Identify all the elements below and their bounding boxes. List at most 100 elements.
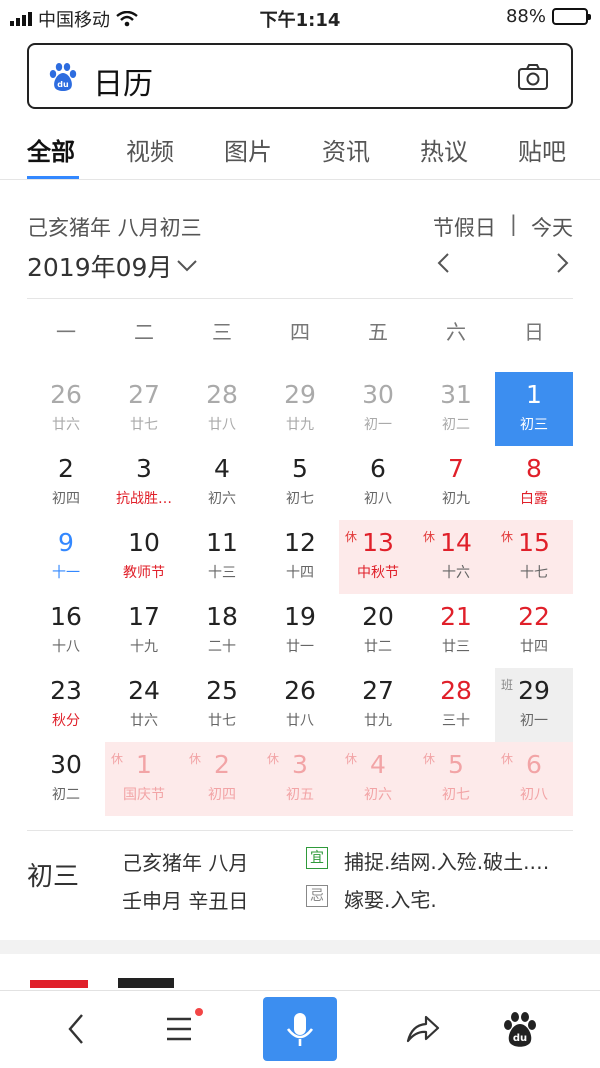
day-number: 20 [362,602,394,631]
day-cell[interactable]: 11 十三 [183,520,261,594]
day-cell[interactable]: 3 抗战胜… [105,446,183,520]
lunar-day-label: 初一 [364,417,392,433]
day-number: 5 [292,454,308,483]
day-cell[interactable]: 16 十八 [27,594,105,668]
day-cell[interactable]: 28 三十 [417,668,495,742]
day-number: 9 [58,528,74,557]
lunar-day-label: 廿七 [130,417,158,433]
weekday-label: 一 [56,320,76,344]
status-bar: 中国移动 下午1:14 88% [0,0,600,34]
day-number: 28 [440,676,472,705]
day-cell[interactable]: 休 2 初四 [183,742,261,816]
yi-badge: 宜 [306,847,328,869]
day-number: 26 [50,380,82,409]
day-cell[interactable]: 休 6 初八 [495,742,573,816]
tab-images[interactable]: 图片 [224,132,272,167]
day-number: 26 [284,676,316,705]
day-cell[interactable]: 5 初七 [261,446,339,520]
day-cell[interactable]: 28 廿八 [183,372,261,446]
day-number: 12 [284,528,316,557]
day-cell[interactable]: 班 29 初一 [495,668,573,742]
day-cell[interactable]: 26 廿六 [27,372,105,446]
day-cell[interactable]: 22 廿四 [495,594,573,668]
lunar-day-label: 廿三 [442,639,470,655]
day-cell[interactable]: 29 廿九 [261,372,339,446]
tab-all[interactable]: 全部 [27,132,75,167]
day-number: 17 [128,602,160,631]
day-cell[interactable]: 12 十四 [261,520,339,594]
day-cell[interactable]: 休 1 国庆节 [105,742,183,816]
day-cell[interactable]: 2 初四 [27,446,105,520]
month-selector[interactable]: 2019年09月 [27,248,198,284]
day-cell[interactable]: 18 二十 [183,594,261,668]
day-cell[interactable]: 1 初三 [495,372,573,446]
lunar-day-label: 十三 [208,565,236,581]
day-cell[interactable]: 休 13 中秋节 [339,520,417,594]
share-icon[interactable] [402,1009,442,1049]
lunar-day-label: 抗战胜… [116,491,172,507]
lunar-day-label: 十七 [520,565,548,581]
day-cell[interactable]: 休 14 十六 [417,520,495,594]
day-cell[interactable]: 10 教师节 [105,520,183,594]
lunar-day-label: 初二 [52,787,80,803]
weekday-label: 二 [134,320,154,344]
day-number: 1 [136,750,152,779]
day-number: 7 [448,454,464,483]
day-cell[interactable]: 8 白露 [495,446,573,520]
baidu-paw-icon[interactable]: du [500,1009,540,1049]
next-month-icon[interactable] [552,250,572,276]
lunar-day-label: 廿八 [208,417,236,433]
day-number: 4 [214,454,230,483]
tab-video[interactable]: 视频 [126,132,174,167]
day-number: 29 [284,380,316,409]
prev-month-icon[interactable] [434,250,454,276]
day-number: 6 [370,454,386,483]
day-cell[interactable]: 7 初九 [417,446,495,520]
day-cell[interactable]: 休 5 初七 [417,742,495,816]
search-box[interactable]: du 日历 [27,43,573,109]
day-cell[interactable]: 4 初六 [183,446,261,520]
day-cell[interactable]: 17 十九 [105,594,183,668]
day-cell[interactable]: 休 15 十七 [495,520,573,594]
tab-news[interactable]: 资讯 [322,132,370,167]
lunar-date-label: 己亥猪年 八月初三 [27,216,202,240]
day-cell[interactable]: 27 廿七 [105,372,183,446]
weekday-label: 三 [212,320,232,344]
tab-tieba[interactable]: 贴吧 [518,132,566,167]
voice-search-button[interactable] [263,997,337,1061]
camera-icon[interactable] [517,63,549,91]
weekday-label: 四 [290,320,310,344]
calendar-links: 节假日 | 今天 [433,212,573,242]
back-icon[interactable] [58,1009,98,1049]
yi-activities: 捕捉.结网.入殓.破土.… [344,850,550,874]
day-number: 27 [128,380,160,409]
day-cell[interactable]: 23 秋分 [27,668,105,742]
search-input[interactable]: 日历 [93,59,153,103]
day-cell[interactable]: 9 十一 [27,520,105,594]
menu-icon[interactable] [160,1009,200,1049]
day-cell[interactable]: 25 廿七 [183,668,261,742]
day-cell[interactable]: 31 初二 [417,372,495,446]
day-number: 30 [50,750,82,779]
day-cell[interactable]: 19 廿一 [261,594,339,668]
battery-icon [552,8,591,25]
today-link[interactable]: 今天 [531,212,573,242]
day-cell[interactable]: 27 廿九 [339,668,417,742]
lunar-day-label: 秋分 [52,713,80,729]
tab-discussion[interactable]: 热议 [420,132,468,167]
holiday-link[interactable]: 节假日 [433,212,496,242]
day-cell[interactable]: 6 初八 [339,446,417,520]
day-cell[interactable]: 24 廿六 [105,668,183,742]
battery-percent: 88% [505,6,546,27]
day-cell[interactable]: 休 4 初六 [339,742,417,816]
day-cell[interactable]: 21 廿三 [417,594,495,668]
day-cell[interactable]: 26 廿八 [261,668,339,742]
day-cell[interactable]: 30 初二 [27,742,105,816]
svg-text:du: du [513,1033,527,1044]
ganzhi-month-day: 壬申月 辛丑日 [122,889,249,913]
day-cell[interactable]: 20 廿二 [339,594,417,668]
day-cell[interactable]: 休 3 初五 [261,742,339,816]
lunar-day-label: 国庆节 [123,787,165,803]
day-cell[interactable]: 30 初一 [339,372,417,446]
link-separator: | [509,212,517,236]
